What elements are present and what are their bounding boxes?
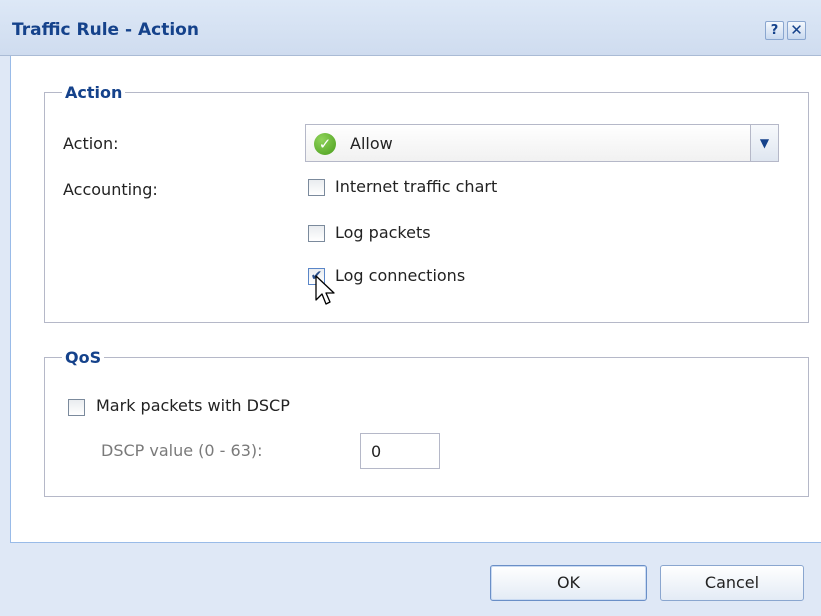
- dialog-title: Traffic Rule - Action: [12, 20, 199, 40]
- internet-traffic-chart-checkbox[interactable]: [308, 179, 325, 196]
- ok-button[interactable]: OK: [490, 565, 647, 601]
- accounting-label: Accounting:: [63, 180, 158, 199]
- qos-fieldset: QoS: [44, 348, 809, 497]
- qos-legend: QoS: [65, 348, 102, 367]
- log-packets-label[interactable]: Log packets: [335, 223, 431, 242]
- close-button[interactable]: ✕: [787, 21, 806, 40]
- chevron-down-icon[interactable]: ▼: [750, 125, 778, 161]
- log-packets-checkbox[interactable]: [308, 225, 325, 242]
- action-combo-value: Allow: [350, 134, 393, 153]
- traffic-rule-action-dialog: Traffic Rule - Action ? ✕ Action Action:…: [0, 0, 821, 616]
- mark-dscp-label[interactable]: Mark packets with DSCP: [96, 396, 290, 415]
- action-label: Action:: [63, 134, 119, 153]
- action-legend: Action: [65, 83, 123, 102]
- log-connections-label[interactable]: Log connections: [335, 266, 465, 285]
- help-button[interactable]: ?: [765, 21, 784, 40]
- action-combobox[interactable]: ✓ Allow ▼: [305, 124, 779, 162]
- cancel-button[interactable]: Cancel: [660, 565, 804, 601]
- mark-dscp-checkbox[interactable]: [68, 399, 85, 416]
- dscp-value-input[interactable]: [360, 433, 440, 469]
- action-fieldset: Action: [44, 83, 809, 323]
- dialog-body: Action Action: ✓ Allow ▼ Accounting: Int…: [10, 56, 821, 543]
- dscp-value-label: DSCP value (0 - 63):: [101, 441, 263, 460]
- mouse-pointer-icon: [315, 275, 335, 305]
- green-check-circle-icon: ✓: [314, 133, 336, 155]
- dialog-titlebar[interactable]: Traffic Rule - Action ? ✕: [0, 0, 821, 56]
- internet-traffic-chart-label[interactable]: Internet traffic chart: [335, 177, 497, 196]
